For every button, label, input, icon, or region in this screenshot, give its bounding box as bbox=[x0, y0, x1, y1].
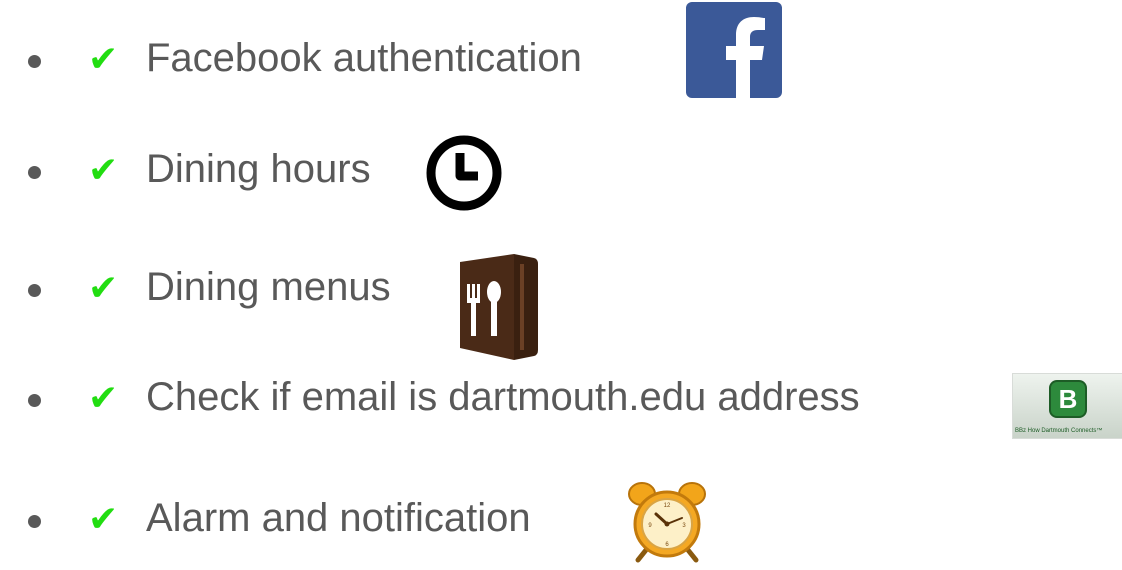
bullet-icon bbox=[28, 394, 41, 407]
alarm-clock-icon: 12 3 6 9 bbox=[628, 482, 706, 563]
facebook-logo-icon bbox=[686, 2, 782, 98]
list-item-facebook: ✔ Facebook authentication bbox=[0, 2, 1122, 110]
clock-icon bbox=[426, 135, 502, 211]
checkmark-icon: ✔ bbox=[88, 39, 119, 80]
item-label: Check if email is dartmouth.edu address bbox=[146, 375, 860, 419]
list-item-dining-menus: ✔ Dining menus bbox=[0, 234, 1122, 360]
dining-menu-icon bbox=[460, 254, 538, 360]
checkmark-icon: ✔ bbox=[88, 499, 119, 540]
checkmark-icon: ✔ bbox=[88, 378, 119, 419]
bullet-icon bbox=[28, 515, 41, 528]
list-item-dining-hours: ✔ Dining hours bbox=[0, 117, 1122, 217]
list-item-alarm: ✔ Alarm and notification 12 3 6 9 bbox=[0, 470, 1122, 570]
list-item-email-check: ✔ Check if email is dartmouth.edu addres… bbox=[0, 348, 1122, 448]
item-label: Facebook authentication bbox=[146, 36, 582, 80]
checkmark-icon: ✔ bbox=[88, 268, 119, 309]
svg-text:12: 12 bbox=[664, 503, 671, 509]
bullet-icon bbox=[28, 166, 41, 179]
bbz-letter: B bbox=[1049, 380, 1087, 418]
bullet-icon bbox=[28, 55, 41, 68]
item-label: Alarm and notification bbox=[146, 496, 531, 540]
item-label: Dining menus bbox=[146, 265, 391, 309]
bbz-logo-icon: B BBz How Dartmouth Connects™ bbox=[1012, 373, 1122, 439]
bullet-icon bbox=[28, 284, 41, 297]
checkmark-icon: ✔ bbox=[88, 150, 119, 191]
item-label: Dining hours bbox=[146, 147, 371, 191]
bbz-caption: BBz How Dartmouth Connects™ bbox=[1015, 428, 1103, 434]
